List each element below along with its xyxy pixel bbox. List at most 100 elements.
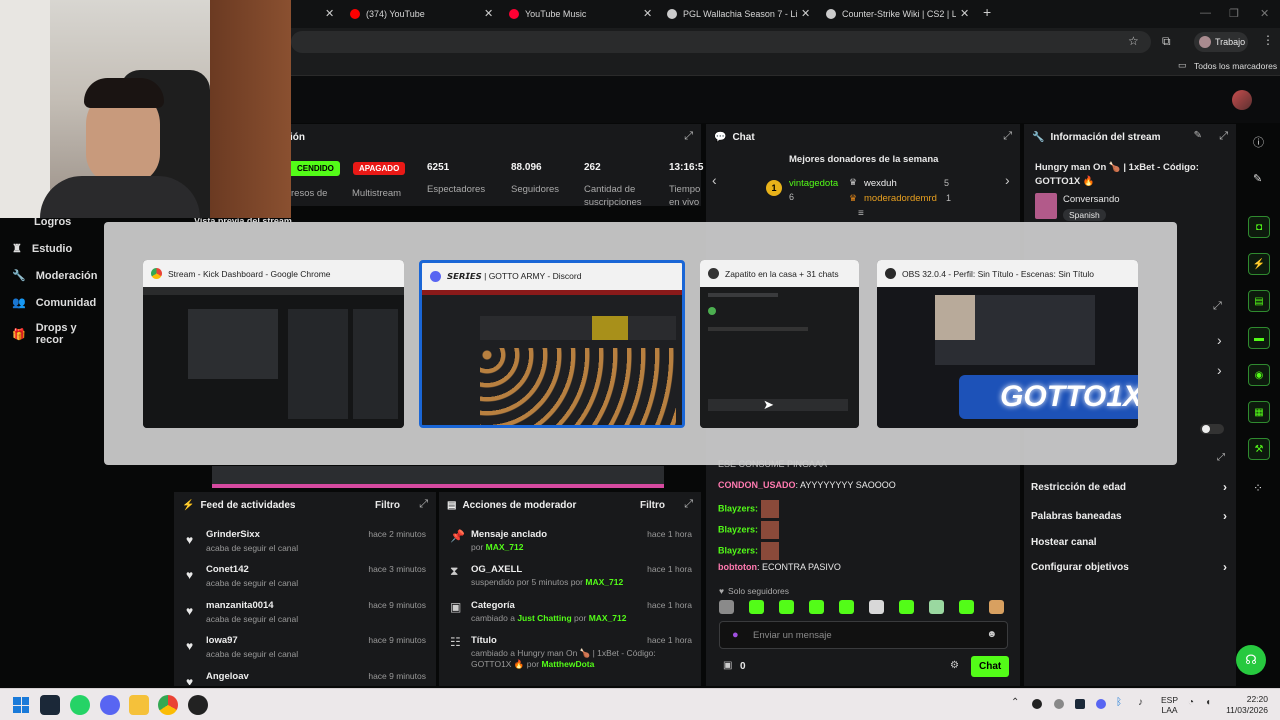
close-tab-icon[interactable]: ✕ bbox=[801, 7, 810, 20]
emote-icon[interactable] bbox=[899, 600, 914, 614]
settings-gear-icon[interactable]: ⚙ bbox=[950, 660, 959, 671]
tab-cs-wiki[interactable]: Counter-Strike Wiki | CS2 | Liqu bbox=[826, 0, 956, 28]
emote-icon[interactable] bbox=[779, 600, 794, 614]
expand-icon[interactable]: ⤢ bbox=[1219, 130, 1228, 143]
status-on-badge[interactable]: CENDIDO bbox=[291, 161, 340, 176]
follower-name[interactable]: lowa97 bbox=[206, 635, 238, 646]
emoji-icon[interactable]: ☻ bbox=[986, 629, 997, 640]
mod-user[interactable]: MAX_712 bbox=[589, 613, 627, 623]
file-explorer-icon[interactable] bbox=[129, 695, 149, 715]
expand-icon[interactable]: ⤢ bbox=[1217, 452, 1225, 463]
mod-user[interactable]: MAX_712 bbox=[486, 542, 524, 552]
sidebar-item-drops[interactable]: 🎁 Drops y recor bbox=[12, 322, 104, 346]
chat-username[interactable]: bobtoton bbox=[718, 562, 757, 572]
toggle-switch[interactable] bbox=[1200, 424, 1224, 434]
network-icon[interactable]: ◔ bbox=[1188, 697, 1194, 708]
chevron-right-icon[interactable]: › bbox=[1217, 332, 1222, 348]
microphone-icon[interactable]: ● bbox=[732, 629, 739, 641]
address-bar[interactable] bbox=[291, 31, 1151, 53]
emote-icon[interactable] bbox=[989, 600, 1004, 614]
volume-icon[interactable]: ◖ bbox=[1205, 697, 1211, 708]
close-tab-icon[interactable]: ✕ bbox=[960, 7, 969, 20]
switcher-window-discord[interactable]: 𝙎𝙀𝙍𝙄𝙀𝙎 | GOTTO ARMY - Discord bbox=[419, 260, 685, 428]
close-tab-icon[interactable]: ✕ bbox=[325, 7, 334, 20]
expand-icon[interactable]: ⤢ bbox=[684, 498, 693, 511]
close-window-icon[interactable]: ✕ bbox=[1260, 7, 1269, 20]
discord-icon[interactable] bbox=[100, 695, 120, 715]
tray-app-icon[interactable] bbox=[1054, 699, 1064, 709]
bluetooth-icon[interactable]: ᛒ bbox=[1116, 697, 1122, 708]
rail-button-bolt[interactable]: ⚡ bbox=[1248, 253, 1270, 275]
chrome-icon[interactable] bbox=[158, 695, 178, 715]
rail-button-camera[interactable]: ◘ bbox=[1248, 216, 1270, 238]
windows-start-icon[interactable] bbox=[13, 697, 29, 713]
filter-button[interactable]: Filtro bbox=[640, 500, 665, 511]
apps-icon[interactable]: ⁘ bbox=[1253, 481, 1263, 495]
obs-icon[interactable] bbox=[188, 695, 208, 715]
follower-name[interactable]: GrinderSixx bbox=[206, 529, 260, 540]
emote-icon[interactable] bbox=[929, 600, 944, 614]
filter-button[interactable]: Filtro bbox=[375, 500, 400, 511]
follower-name[interactable]: Angeloav bbox=[206, 671, 249, 682]
rail-button-print[interactable]: ▦ bbox=[1248, 401, 1270, 423]
switcher-window-chrome[interactable]: Stream - Kick Dashboard - Google Chrome bbox=[143, 260, 404, 428]
chevron-right-icon[interactable]: › bbox=[1217, 362, 1222, 378]
follower-name[interactable]: manzanita0014 bbox=[206, 600, 274, 611]
setting-host-channel[interactable]: Hostear canal bbox=[1031, 537, 1227, 548]
chevron-left-icon[interactable]: ‹ bbox=[712, 172, 717, 188]
mod-user[interactable]: MatthewDota bbox=[541, 659, 594, 669]
pencil-icon[interactable]: ✎ bbox=[1253, 172, 1262, 185]
emote-icon[interactable] bbox=[869, 600, 884, 614]
chevron-right-icon[interactable]: › bbox=[1005, 172, 1010, 188]
donor-name[interactable]: wexduh bbox=[864, 178, 897, 189]
setting-age-restriction[interactable]: Restricción de edad › bbox=[1031, 480, 1227, 494]
emote-icon[interactable] bbox=[809, 600, 824, 614]
emote-icon[interactable] bbox=[959, 600, 974, 614]
bookmark-star-icon[interactable]: ☆ bbox=[1128, 34, 1139, 48]
chat-username[interactable]: Blayzers: bbox=[718, 524, 758, 534]
chat-username[interactable]: Blayzers: bbox=[718, 503, 758, 513]
profile-chip[interactable]: Trabajo bbox=[1194, 32, 1248, 52]
setting-banned-words[interactable]: Palabras baneadas › bbox=[1031, 509, 1227, 523]
mod-user[interactable]: MAX_712 bbox=[585, 577, 623, 587]
info-icon[interactable]: ⓘ bbox=[1253, 134, 1264, 150]
minimize-icon[interactable]: — bbox=[1200, 7, 1211, 19]
sidebar-item-comunidad[interactable]: 👥 Comunidad bbox=[12, 296, 96, 310]
new-tab-icon[interactable]: + bbox=[983, 4, 991, 20]
expand-icon[interactable]: ⤢ bbox=[1213, 300, 1222, 313]
chat-username[interactable]: CONDON_USADO bbox=[718, 480, 796, 490]
emote-icon[interactable] bbox=[749, 600, 764, 614]
microphone-icon[interactable]: ♪ bbox=[1138, 697, 1143, 708]
rail-button-wrench[interactable]: ⚒ bbox=[1248, 438, 1270, 460]
follower-name[interactable]: Conet142 bbox=[206, 564, 249, 575]
tray-app-icon[interactable] bbox=[1032, 699, 1042, 709]
tray-chevron-icon[interactable]: ⌃ bbox=[1011, 697, 1019, 708]
chat-input[interactable]: ● Enviar un mensaje ☻ bbox=[719, 621, 1008, 649]
extensions-icon[interactable]: ⧉ bbox=[1162, 34, 1171, 49]
switcher-window-obs[interactable]: OBS 32.0.4 - Perfil: Sin Título - Escena… bbox=[877, 260, 1138, 428]
category-name[interactable]: Just Chatting bbox=[517, 613, 571, 623]
emote-icon[interactable] bbox=[839, 600, 854, 614]
expand-icon[interactable]: ⤢ bbox=[684, 130, 693, 143]
chat-username[interactable]: Blayzers: bbox=[718, 545, 758, 555]
expand-icon[interactable]: ⤢ bbox=[1003, 130, 1012, 143]
donor-name[interactable]: vintagedota bbox=[789, 178, 838, 189]
close-tab-icon[interactable]: ✕ bbox=[484, 7, 493, 20]
maximize-icon[interactable]: ❐ bbox=[1229, 7, 1239, 20]
language-indicator[interactable]: ESP LAA bbox=[1161, 695, 1178, 715]
menu-dots-icon[interactable]: ⋮ bbox=[1262, 33, 1274, 47]
whatsapp-icon[interactable] bbox=[70, 695, 90, 715]
status-off-badge[interactable]: APAGADO bbox=[353, 162, 406, 175]
collapse-icon[interactable]: ≡ bbox=[858, 208, 864, 219]
user-avatar[interactable] bbox=[1232, 90, 1252, 110]
close-tab-icon[interactable]: ✕ bbox=[643, 7, 652, 20]
tab-youtube-music[interactable]: YouTube Music bbox=[509, 0, 639, 28]
donor-name[interactable]: moderadordemrd bbox=[864, 193, 937, 204]
tab-youtube[interactable]: (374) YouTube bbox=[350, 0, 485, 28]
tray-steam-icon[interactable] bbox=[1075, 699, 1085, 709]
all-bookmarks-link[interactable]: Todos los marcadores bbox=[1194, 61, 1277, 71]
switcher-window-chat[interactable]: Zapatito en la casa + 31 chats bbox=[700, 260, 859, 428]
rail-button-chat[interactable]: ▬ bbox=[1248, 327, 1270, 349]
setting-goals[interactable]: Configurar objetivos › bbox=[1031, 560, 1227, 574]
rail-button-broadcast[interactable]: ◉ bbox=[1248, 364, 1270, 386]
